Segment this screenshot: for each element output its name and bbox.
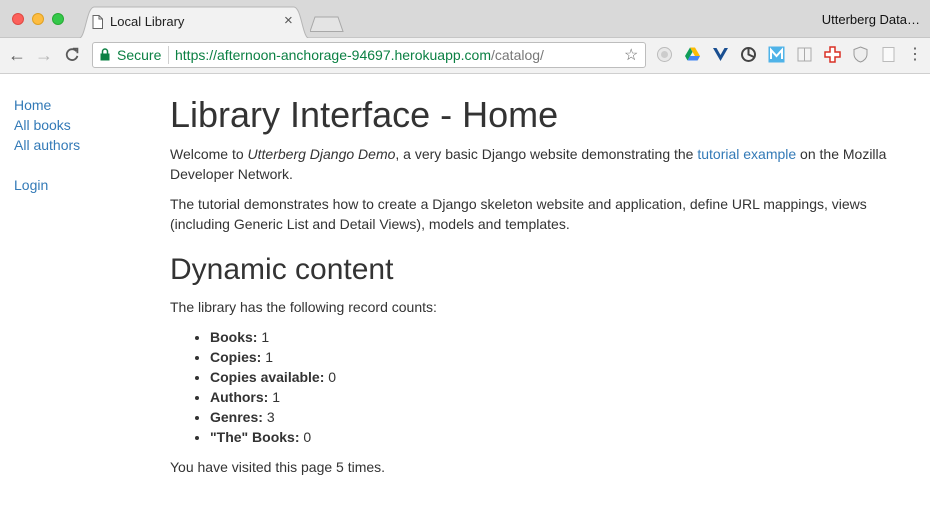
count-label: Copies available: <box>210 369 325 385</box>
list-item: Authors: 1 <box>210 387 890 407</box>
count-value: 0 <box>328 369 337 385</box>
bookmark-star-icon[interactable]: ☆ <box>624 45 638 65</box>
url-path: /catalog/ <box>491 47 544 63</box>
visit-count-text: You have visited this page 5 times. <box>170 457 890 477</box>
ad-block-icon[interactable] <box>656 46 673 63</box>
main-content: Library Interface - Home Welcome to Utte… <box>170 92 890 487</box>
address-separator <box>168 46 169 64</box>
count-label: "The" Books: <box>210 429 300 445</box>
tutorial-example-link[interactable]: tutorial example <box>697 146 796 162</box>
close-window-button[interactable] <box>12 13 24 25</box>
maximize-window-button[interactable] <box>52 13 64 25</box>
list-item: Books: 1 <box>210 327 890 347</box>
visits-pre: You have visited this page <box>170 459 337 475</box>
page-title: Library Interface - Home <box>170 94 559 135</box>
tutorial-paragraph: The tutorial demonstrates how to create … <box>170 196 867 232</box>
sidebar-item-all-authors[interactable]: All authors <box>14 135 80 155</box>
secure-label: Secure <box>117 47 162 63</box>
visits-count: 5 <box>336 459 344 475</box>
login-link[interactable]: Login <box>14 175 80 195</box>
list-item: Genres: 3 <box>210 407 890 427</box>
menu-dots-icon[interactable]: ⋮ <box>907 45 923 65</box>
vue-devtools-icon[interactable] <box>712 46 729 63</box>
intro-paragraph: Welcome to Utterberg Django Demo, a very… <box>170 144 890 184</box>
sidebar-nav: Home All books All authors Login <box>14 95 80 195</box>
intro-pre: Welcome to <box>170 146 248 162</box>
back-arrow-icon[interactable]: ← <box>8 45 26 65</box>
new-tab-button[interactable] <box>310 16 344 32</box>
medical-cross-icon[interactable] <box>824 46 841 63</box>
refresh-spinner-icon[interactable] <box>740 46 757 63</box>
reload-icon[interactable] <box>63 46 81 64</box>
tab-close-icon[interactable]: × <box>284 12 293 30</box>
profile-name[interactable]: Utterberg Data… <box>822 12 920 27</box>
record-counts-list: Books: 1 Copies: 1 Copies available: 0 A… <box>170 327 890 447</box>
minimize-window-button[interactable] <box>32 13 44 25</box>
list-item: "The" Books: 0 <box>210 427 890 447</box>
forward-arrow-icon[interactable]: → <box>35 45 53 65</box>
intro-mid: , a very basic Django website demonstrat… <box>395 146 698 162</box>
shield-icon[interactable] <box>852 46 869 63</box>
visits-post: times. <box>343 459 386 475</box>
url-host: https://afternoon-anchorage-94697.heroku… <box>175 47 491 63</box>
list-item: Copies: 1 <box>210 347 890 367</box>
url-text[interactable]: https://afternoon-anchorage-94697.heroku… <box>175 47 544 63</box>
count-value: 3 <box>266 409 275 425</box>
counts-intro: The library has the following record cou… <box>170 299 437 315</box>
count-label: Genres: <box>210 409 263 425</box>
page-icon <box>92 15 103 29</box>
reader-icon[interactable] <box>796 46 813 63</box>
count-label: Authors: <box>210 389 269 405</box>
count-value: 0 <box>303 429 312 445</box>
list-item: Copies available: 0 <box>210 367 890 387</box>
count-label: Books: <box>210 329 258 345</box>
google-drive-icon[interactable] <box>684 46 701 63</box>
dynamic-content-heading: Dynamic content <box>170 253 394 286</box>
site-name: Utterberg Django Demo <box>247 146 396 162</box>
sidebar-item-home[interactable]: Home <box>14 95 80 115</box>
page-icon[interactable] <box>880 46 897 63</box>
sidebar-item-all-books[interactable]: All books <box>14 115 80 135</box>
lock-icon <box>100 48 110 61</box>
count-label: Copies: <box>210 349 262 365</box>
m-app-icon[interactable] <box>768 46 785 63</box>
tab-title: Local Library <box>110 14 185 29</box>
count-value: 1 <box>272 389 281 405</box>
count-value: 1 <box>261 329 270 345</box>
count-value: 1 <box>265 349 274 365</box>
